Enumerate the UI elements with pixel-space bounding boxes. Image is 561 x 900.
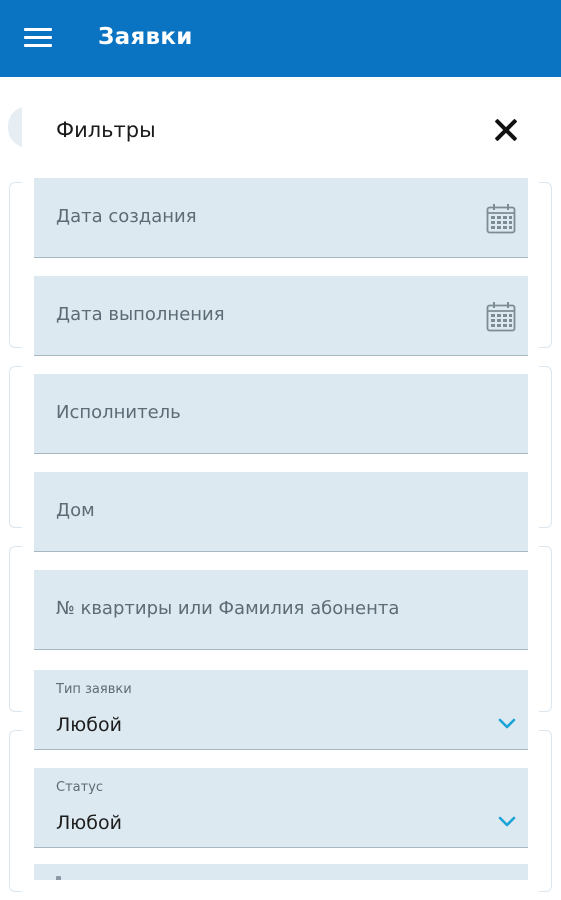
chevron-down-icon[interactable]: [498, 718, 516, 730]
apartment-placeholder: № квартиры или Фамилия абонента: [56, 598, 400, 619]
executor-field[interactable]: Исполнитель: [34, 374, 528, 454]
completed-date-field[interactable]: Дата выполнения: [34, 276, 528, 356]
hamburger-menu-icon[interactable]: [24, 28, 52, 50]
filters-title: Фильтры: [56, 118, 156, 142]
app-bar-title: Заявки: [98, 24, 193, 50]
calendar-icon[interactable]: [486, 301, 516, 332]
house-field[interactable]: Дом: [34, 472, 528, 552]
close-icon[interactable]: [490, 114, 522, 146]
house-placeholder: Дом: [56, 500, 95, 521]
created-date-field[interactable]: Дата создания: [34, 178, 528, 258]
request-type-label: Тип заявки: [56, 682, 132, 697]
status-label: Статус: [56, 780, 104, 795]
created-date-placeholder: Дата создания: [56, 206, 197, 227]
request-type-value: Любой: [56, 714, 122, 736]
calendar-icon[interactable]: [486, 203, 516, 234]
partial-label-glyph: [56, 876, 61, 880]
executor-placeholder: Исполнитель: [56, 402, 181, 423]
app-bar: Заявки: [0, 0, 561, 77]
next-filter-field-partial[interactable]: [34, 864, 528, 880]
apartment-or-surname-field[interactable]: № квартиры или Фамилия абонента: [34, 570, 528, 650]
request-type-select[interactable]: Тип заявки Любой: [34, 670, 528, 750]
status-value: Любой: [56, 812, 122, 834]
chevron-down-icon[interactable]: [498, 816, 516, 828]
completed-date-placeholder: Дата выполнения: [56, 304, 225, 325]
status-select[interactable]: Статус Любой: [34, 768, 528, 848]
